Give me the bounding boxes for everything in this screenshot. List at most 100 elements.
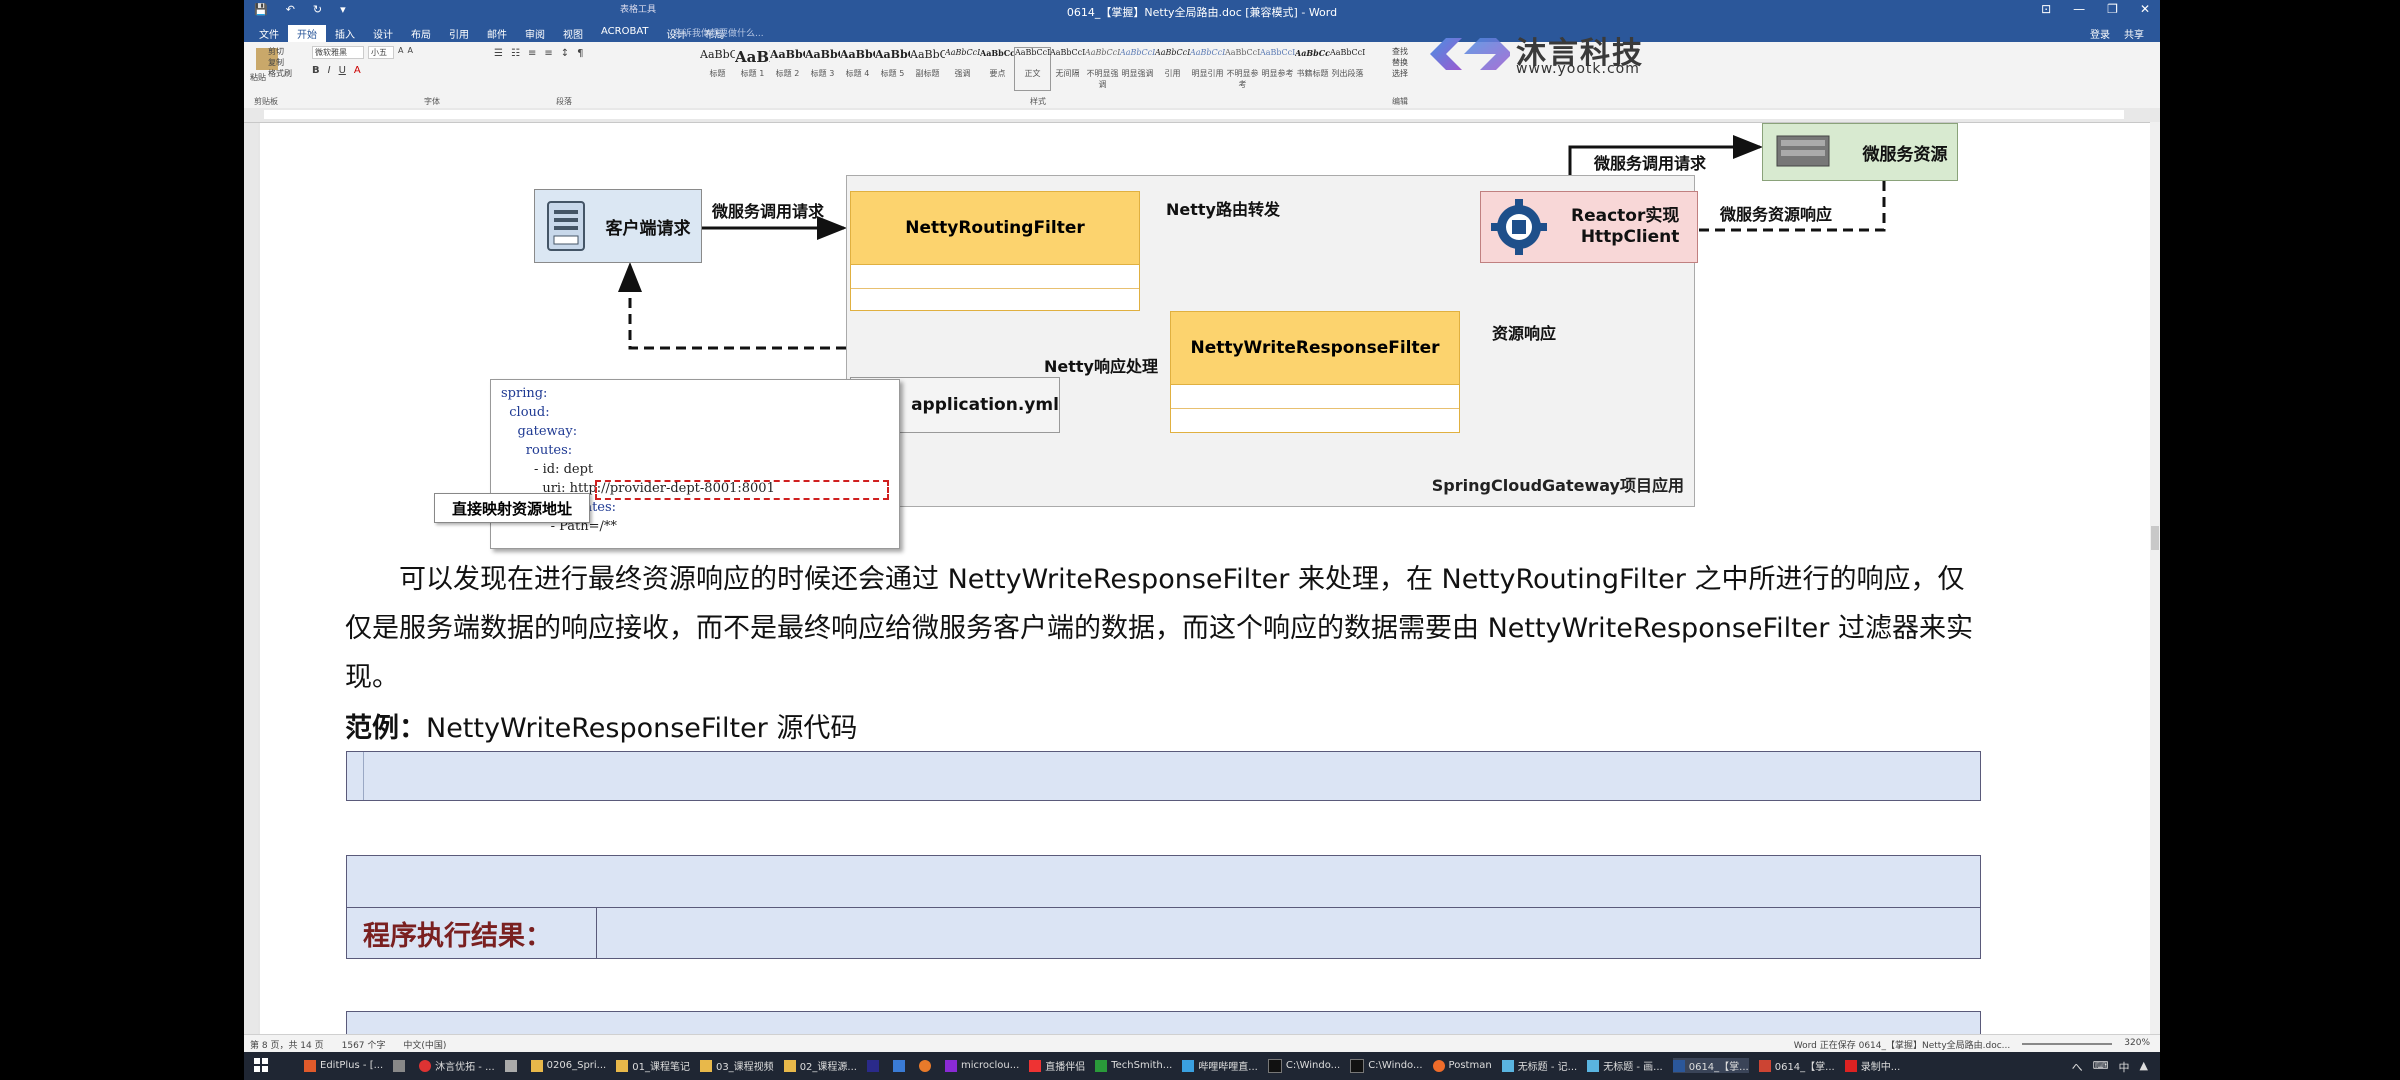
style-item[interactable]: AaBbCcDc明显引用	[1190, 48, 1225, 90]
tab-design[interactable]: 设计	[364, 25, 402, 42]
minimize-icon[interactable]: —	[2073, 2, 2085, 16]
style-item[interactable]: AaBbC标题 3	[805, 48, 840, 90]
style-item[interactable]: AaBbC标题 4	[840, 48, 875, 90]
write-filter-box: NettyWriteResponseFilter	[1170, 311, 1460, 433]
style-item[interactable]: AaBbCcI 明显参考	[1260, 48, 1295, 90]
style-item[interactable]: AaBbCcDd强调	[945, 48, 980, 90]
code-block[interactable]	[346, 855, 1981, 907]
bullets-icon[interactable]: ☰	[494, 48, 503, 59]
align-left-icon[interactable]: ≡	[528, 48, 536, 59]
style-item[interactable]: AaBbC 标题	[700, 48, 735, 90]
notification-icon[interactable]: ▲	[2140, 1059, 2148, 1075]
show-marks-icon[interactable]: ¶	[577, 48, 583, 59]
taskbar-item[interactable]: 02_课程源...	[783, 1058, 857, 1073]
windows-start-icon[interactable]	[254, 1058, 268, 1072]
style-item-selected[interactable]: AaBbCcDc正文	[1014, 47, 1051, 91]
taskbar-item[interactable]	[504, 1058, 521, 1073]
select-button[interactable]: 选择	[1392, 68, 1408, 79]
taskbar-item[interactable]	[866, 1058, 883, 1073]
bold-icon[interactable]: B	[312, 65, 320, 76]
style-item[interactable]: AaBbCcDc明显强调	[1120, 48, 1155, 90]
format-painter-button[interactable]: 格式刷	[268, 68, 292, 79]
close-icon[interactable]: ✕	[2140, 2, 2150, 16]
numbering-icon[interactable]: ☷	[511, 48, 520, 59]
find-button[interactable]: 查找	[1392, 46, 1408, 57]
shrink-font-icon[interactable]: A	[407, 46, 412, 59]
sort-icon[interactable]: ↕	[561, 48, 569, 59]
tell-me-search[interactable]: 告诉我你想要做什么...	[674, 26, 764, 39]
style-item[interactable]: AaBbCcDc列出段落	[1330, 48, 1365, 90]
taskbar-item[interactable]: 0614_【掌...	[1672, 1058, 1749, 1073]
copy-button[interactable]: 复制	[268, 57, 292, 68]
tab-layout[interactable]: 布局	[402, 25, 440, 42]
share-button[interactable]: 共享	[2124, 26, 2144, 41]
restore-icon[interactable]: ❐	[2107, 2, 2118, 16]
vertical-ruler[interactable]	[244, 123, 258, 1034]
style-item[interactable]: AaBbC标题 5	[875, 48, 910, 90]
style-item[interactable]: AaBbCcD要点	[980, 48, 1015, 90]
tab-acrobat[interactable]: ACROBAT	[592, 25, 658, 42]
page-count[interactable]: 第 8 页，共 14 页	[250, 1038, 324, 1051]
taskbar-item[interactable]: microclou...	[944, 1058, 1019, 1073]
style-item[interactable]: AaBl标题 1	[735, 48, 770, 90]
tab-file[interactable]: 文件	[250, 25, 288, 42]
vertical-scrollbar[interactable]	[2150, 122, 2160, 1034]
align-center-icon[interactable]: ≡	[544, 48, 552, 59]
horizontal-ruler[interactable]	[244, 108, 2160, 123]
zoom-level[interactable]: 320%	[2124, 1038, 2150, 1051]
taskbar-item[interactable]: Postman	[1432, 1058, 1492, 1073]
font-name-select[interactable]: 微软雅黑	[312, 46, 364, 59]
taskbar-item[interactable]: 无标题 - 记...	[1501, 1058, 1577, 1073]
taskbar-item[interactable]: 03_课程视频	[699, 1058, 774, 1073]
taskbar-item[interactable]	[393, 1058, 409, 1073]
taskbar-item[interactable]: C:\Windo...	[1267, 1058, 1340, 1073]
style-item[interactable]: AaBbCcDc无间隔	[1050, 48, 1085, 90]
tab-insert[interactable]: 插入	[326, 25, 364, 42]
taskbar-item[interactable]: 录制中...	[1844, 1058, 1900, 1073]
taskbar-item[interactable]: 0614_【掌...	[1758, 1058, 1835, 1073]
tab-home[interactable]: 开始	[288, 25, 326, 42]
taskbar-item[interactable]: 沐言优拓 - ...	[419, 1058, 495, 1073]
style-item[interactable]: AaBbCcDc引用	[1155, 48, 1190, 90]
ribbon-options-icon[interactable]: ⊡	[2041, 2, 2051, 16]
login-link[interactable]: 登录	[2090, 26, 2110, 41]
taskbar-item[interactable]: 无标题 - 画...	[1587, 1058, 1663, 1073]
ime-icon[interactable]: 中	[2119, 1059, 2130, 1075]
code-block[interactable]	[346, 1011, 1981, 1034]
font-size-select[interactable]: 小五	[368, 46, 394, 59]
taskbar-item[interactable]: 直播伴侣	[1029, 1058, 1085, 1073]
taskbar-item[interactable]: 01_课程笔记	[616, 1058, 690, 1073]
style-item[interactable]: AaBbCcD 不明显参考	[1225, 48, 1260, 90]
paragraph-group: ☰ ☷ ≡ ≡ ↕ ¶	[494, 48, 583, 59]
tab-view[interactable]: 视图	[554, 25, 592, 42]
taskbar-item[interactable]: 哔哩哔哩直...	[1182, 1058, 1258, 1073]
taskbar-item[interactable]	[918, 1058, 935, 1073]
font-color-icon[interactable]: A	[354, 65, 361, 76]
taskbar-item[interactable]: EditPlus - [...	[304, 1058, 383, 1073]
tray-expand-icon[interactable]: へ	[2072, 1059, 2083, 1075]
taskbar-item[interactable]: TechSmith...	[1095, 1058, 1172, 1073]
taskbar-item[interactable]: 0206_Spri...	[530, 1058, 606, 1073]
style-item[interactable]: AaBbCcI 书籍标题	[1295, 48, 1330, 90]
result-row[interactable]: 程序执行结果：	[346, 907, 1981, 959]
tab-mailings[interactable]: 邮件	[478, 25, 516, 42]
italic-icon[interactable]: I	[328, 65, 331, 76]
language[interactable]: 中文(中国)	[403, 1038, 446, 1051]
taskbar-item[interactable]	[892, 1058, 909, 1073]
replace-button[interactable]: 替换	[1392, 57, 1408, 68]
word-count[interactable]: 1567 个字	[342, 1038, 386, 1051]
tab-references[interactable]: 引用	[440, 25, 478, 42]
keyboard-icon[interactable]: ⌨	[2093, 1059, 2109, 1075]
zoom-slider[interactable]	[2022, 1043, 2113, 1045]
taskbar-item[interactable]: C:\Windo...	[1350, 1058, 1423, 1073]
style-item[interactable]: AaBbC标题 2	[770, 48, 805, 90]
cut-button[interactable]: 剪切	[268, 46, 292, 57]
tab-review[interactable]: 审阅	[516, 25, 554, 42]
document-page[interactable]: SpringCloudGateway项目应用 客户端请求 微服务调用请求 Net…	[260, 123, 2150, 1034]
style-item[interactable]: AaBbC 副标题	[910, 48, 945, 90]
grow-font-icon[interactable]: A	[398, 46, 403, 59]
code-block[interactable]	[346, 751, 1981, 801]
underline-icon[interactable]: U	[339, 65, 346, 76]
scrollbar-thumb[interactable]	[2151, 526, 2159, 550]
style-item[interactable]: AaBbCcDc不明显强调	[1085, 48, 1120, 90]
